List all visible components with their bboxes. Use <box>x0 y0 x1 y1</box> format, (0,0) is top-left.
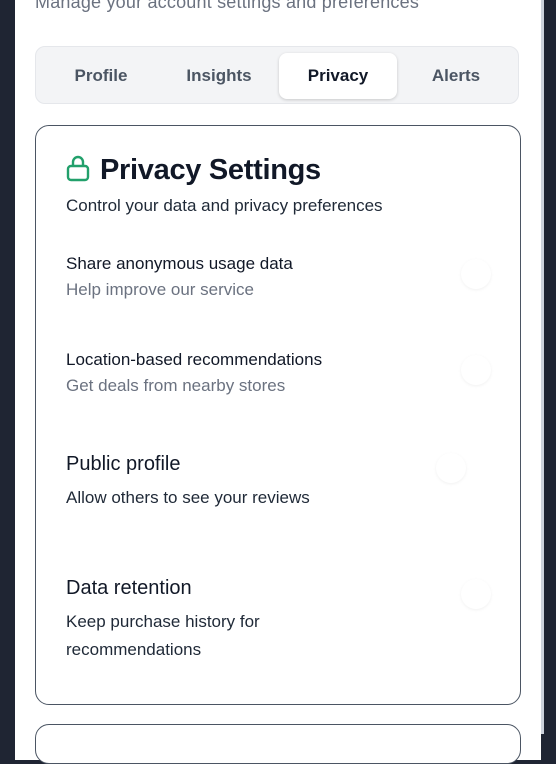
card-description: Control your data and privacy preference… <box>66 196 383 215</box>
setting-title-usage-data: Share anonymous usage data <box>66 254 293 273</box>
lock-icon <box>66 154 100 187</box>
setting-title-data-retention: Data retention <box>66 577 192 599</box>
next-settings-card <box>35 724 521 764</box>
settings-tabs: Profile Insights Privacy Alerts <box>35 46 519 104</box>
tab-insights[interactable]: Insights <box>160 53 278 99</box>
setting-help-public-profile: Allow others to see your reviews <box>66 488 310 507</box>
setting-help-data-retention: Keep purchase history for recommendation… <box>66 612 260 659</box>
privacy-settings-card: Privacy Settings Control your data and p… <box>35 125 521 705</box>
tab-alerts[interactable]: Alerts <box>397 53 515 99</box>
setting-title-location: Location-based recommendations <box>66 350 323 369</box>
toggle-location[interactable] <box>461 355 491 385</box>
setting-title-public-profile: Public profile <box>66 453 181 475</box>
tab-privacy[interactable]: Privacy <box>279 53 397 99</box>
toggle-usage-data[interactable] <box>461 259 491 289</box>
setting-help-usage-data: Help improve our service <box>66 280 255 299</box>
scrollbar-track <box>541 0 556 734</box>
toggle-data-retention[interactable] <box>461 579 491 609</box>
tab-profile[interactable]: Profile <box>42 53 160 99</box>
card-title: Privacy Settings <box>100 154 321 186</box>
card-header: Privacy Settings <box>66 154 321 187</box>
page-subtitle: Manage your account settings and prefere… <box>35 0 420 12</box>
toggle-public-profile[interactable] <box>436 453 466 483</box>
setting-help-location: Get deals from nearby stores <box>66 376 286 395</box>
